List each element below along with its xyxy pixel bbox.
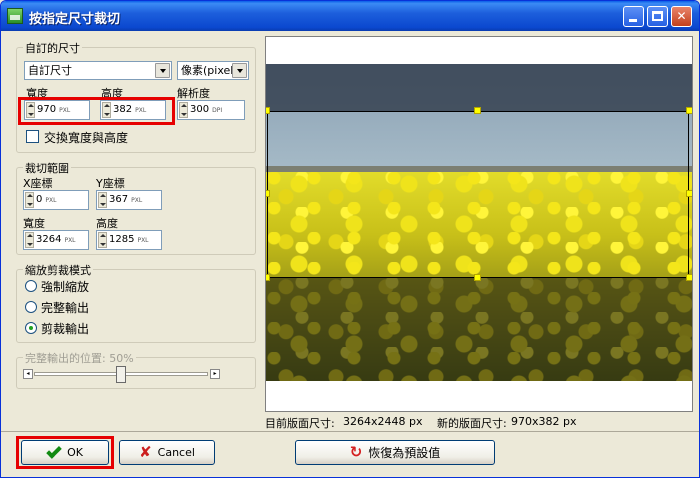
image-preview-panel	[265, 36, 693, 412]
crop-handle-top-center[interactable]	[474, 107, 481, 114]
unit-select[interactable]: 像素(pixel)	[177, 61, 249, 80]
resolution-unit: DPI	[212, 107, 223, 114]
custom-size-title: 自訂的尺寸	[23, 40, 82, 56]
app-icon	[7, 8, 23, 24]
window-title: 按指定尺寸裁切	[29, 12, 121, 27]
title-bar[interactable]: 按指定尺寸裁切 ✕	[1, 1, 699, 31]
radio-crop-output-label[interactable]: 剪裁輸出	[41, 320, 89, 337]
minimize-icon	[629, 19, 637, 22]
swap-dimensions-label[interactable]: 交換寬度與高度	[44, 129, 128, 146]
crop-handle-bottom-center[interactable]	[474, 274, 481, 281]
crop-handle-middle-left[interactable]	[266, 190, 270, 197]
crop-width-unit: PXL	[64, 237, 76, 244]
ok-button-highlight	[16, 436, 114, 469]
cancel-x-icon: ✘	[139, 443, 152, 461]
x-coordinate-label: X座標	[23, 177, 53, 190]
crop-handle-middle-right[interactable]	[686, 190, 692, 197]
crop-y-input[interactable]: 367 PXL	[96, 190, 162, 210]
maximize-button[interactable]	[647, 6, 668, 27]
minimize-button[interactable]	[623, 6, 644, 27]
cancel-button[interactable]: ✘ Cancel	[119, 440, 215, 465]
crop-dim-bottom	[266, 278, 692, 381]
new-size-value: 970x382 px	[511, 415, 577, 428]
current-size-value: 3264x2448 px	[343, 415, 423, 428]
position-slider-thumb[interactable]	[116, 366, 126, 383]
chevron-down-icon[interactable]	[232, 63, 247, 78]
unit-select-value: 像素(pixel)	[181, 64, 238, 77]
maximize-icon	[652, 11, 663, 21]
radio-full-output-label[interactable]: 完整輸出	[41, 299, 89, 316]
spin-arrows-icon[interactable]	[98, 232, 107, 248]
crop-x-unit: PXL	[45, 197, 57, 204]
preset-select-value: 自訂尺寸	[28, 64, 72, 77]
crop-x-input[interactable]: 0 PXL	[23, 190, 89, 210]
radio-force-scale-label[interactable]: 強制縮放	[41, 278, 89, 295]
resolution-value: 300	[190, 104, 210, 115]
reset-defaults-label: 恢復為預設值	[368, 446, 441, 460]
crop-width-label: 寬度	[23, 217, 45, 230]
spin-arrows-icon[interactable]	[98, 192, 107, 208]
cancel-button-label: Cancel	[157, 446, 195, 459]
scale-mode-title: 縮放剪裁模式	[23, 262, 93, 278]
button-separator	[1, 431, 699, 432]
crop-handle-top-right[interactable]	[686, 107, 692, 114]
crop-x-value: 0	[36, 194, 43, 205]
size-inputs-highlight	[18, 97, 175, 125]
preset-select[interactable]: 自訂尺寸	[24, 61, 172, 80]
close-button[interactable]: ✕	[671, 6, 692, 27]
slider-left-icon[interactable]: ◂	[23, 369, 33, 379]
swap-dimensions-checkbox[interactable]	[26, 130, 39, 143]
crop-handle-bottom-left[interactable]	[266, 274, 270, 281]
preview-image[interactable]	[266, 64, 692, 381]
crop-y-unit: PXL	[131, 197, 143, 204]
dialog-window: 按指定尺寸裁切 ✕ 自訂的尺寸 自訂尺寸 像素(pixel) 寬度 高度 解析度…	[0, 0, 700, 478]
new-size-label: 新的版面尺寸:	[437, 417, 507, 430]
current-size-label: 目前版面尺寸:	[265, 417, 335, 430]
crop-y-value: 367	[109, 194, 129, 205]
y-coordinate-label: Y座標	[96, 177, 125, 190]
radio-full-output[interactable]	[25, 301, 37, 313]
status-bar: 目前版面尺寸: 3264x2448 px 新的版面尺寸: 970x382 px	[265, 414, 693, 430]
position-label: 完整輸出的位置: 50%	[23, 350, 136, 366]
spin-arrows-icon[interactable]	[179, 102, 188, 118]
crop-handle-bottom-right[interactable]	[686, 274, 692, 281]
close-icon: ✕	[676, 9, 687, 23]
reset-defaults-button[interactable]: ↻ 恢復為預設值	[295, 440, 495, 465]
crop-selection-rect[interactable]	[267, 111, 689, 278]
crop-height-value: 1285	[109, 234, 135, 245]
spin-arrows-icon[interactable]	[25, 192, 34, 208]
crop-width-value: 3264	[36, 234, 62, 245]
crop-height-unit: PXL	[137, 237, 149, 244]
crop-width-input[interactable]: 3264 PXL	[23, 230, 89, 250]
resolution-input[interactable]: 300 DPI	[177, 100, 245, 120]
chevron-down-icon[interactable]	[155, 63, 170, 78]
refresh-icon: ↻	[349, 443, 363, 461]
crop-height-label: 高度	[96, 217, 118, 230]
crop-height-input[interactable]: 1285 PXL	[96, 230, 162, 250]
radio-force-scale[interactable]	[25, 280, 37, 292]
spin-arrows-icon[interactable]	[25, 232, 34, 248]
crop-handle-top-left[interactable]	[266, 107, 270, 114]
crop-range-title: 裁切範圍	[23, 160, 71, 176]
radio-crop-output[interactable]	[25, 322, 37, 334]
slider-right-icon[interactable]: ▸	[210, 369, 220, 379]
resolution-label: 解析度	[177, 87, 210, 100]
crop-dim-top	[266, 64, 692, 111]
